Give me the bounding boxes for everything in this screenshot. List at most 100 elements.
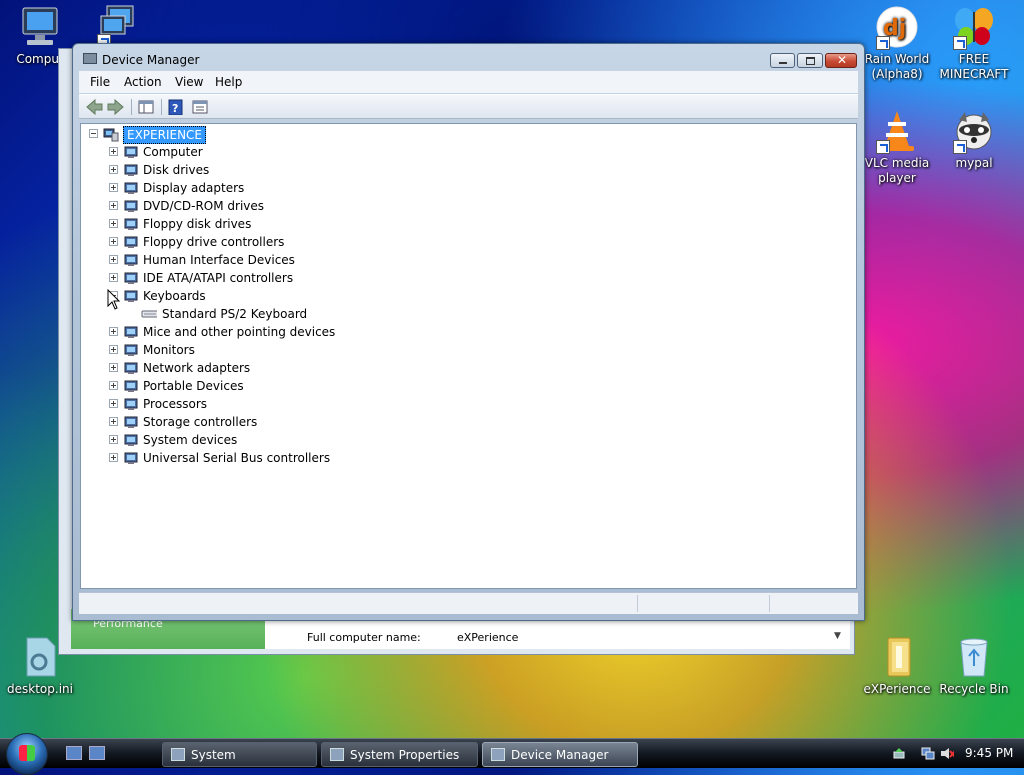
status-divider xyxy=(769,595,770,612)
portable-device-icon xyxy=(124,380,138,392)
console-tree-icon xyxy=(138,100,154,114)
system-properties-icon xyxy=(330,748,344,761)
taskbar-button-system-properties[interactable]: System Properties xyxy=(321,742,478,767)
start-button[interactable] xyxy=(6,733,48,775)
expand-icon[interactable] xyxy=(109,381,118,390)
status-bar xyxy=(79,592,858,614)
expand-icon[interactable] xyxy=(109,237,118,246)
expand-icon[interactable] xyxy=(109,219,118,228)
system-devices-icon xyxy=(124,434,138,446)
expand-icon[interactable] xyxy=(109,345,118,354)
tree-category-label: System devices xyxy=(143,433,238,447)
desktop-icon-label: VLC media player xyxy=(864,156,930,185)
help-button[interactable]: ? xyxy=(167,99,185,116)
network-adapter-icon xyxy=(124,362,138,374)
window-title: Device Manager xyxy=(102,53,200,67)
desktop-icon-label: Recycle Bin xyxy=(939,682,1009,696)
tree-category-label: Portable Devices xyxy=(143,379,244,393)
expand-icon[interactable] xyxy=(109,147,118,156)
collapse-root-icon[interactable] xyxy=(89,129,98,138)
safely-remove-hardware-icon[interactable] xyxy=(893,747,907,760)
network-icon xyxy=(95,2,141,48)
close-icon: ✕ xyxy=(837,53,848,67)
recycle-bin-image xyxy=(951,634,997,680)
taskbar-button-label: Device Manager xyxy=(511,748,609,762)
expand-icon[interactable] xyxy=(109,417,118,426)
forward-button[interactable] xyxy=(107,98,125,116)
maximize-button[interactable] xyxy=(797,53,823,68)
close-button[interactable]: ✕ xyxy=(825,53,857,68)
back-button[interactable] xyxy=(85,98,103,116)
expand-icon[interactable] xyxy=(109,201,118,210)
tree-category-label: Floppy disk drives xyxy=(143,217,252,231)
usb-icon xyxy=(124,452,138,464)
rain-world-desktop-icon[interactable]: dj Rain World (Alpha8) xyxy=(857,4,937,82)
tree-category-label: Mice and other pointing devices xyxy=(143,325,336,339)
help-icon: ? xyxy=(168,99,183,116)
clock[interactable]: 9:45 PM xyxy=(965,746,1013,760)
vlc-cone-icon xyxy=(874,108,920,154)
svg-text:?: ? xyxy=(172,102,178,115)
menu-file[interactable]: File xyxy=(90,75,110,89)
menu-action[interactable]: Action xyxy=(124,75,162,89)
expand-icon[interactable] xyxy=(109,363,118,372)
taskbar-button-system[interactable]: System xyxy=(162,742,317,767)
free-minecraft-desktop-icon[interactable]: FREE MINECRAFT xyxy=(934,4,1014,82)
keyboard-device-icon xyxy=(141,310,157,318)
properties-button[interactable] xyxy=(191,99,209,115)
rain-world-app-icon: dj xyxy=(874,4,920,50)
volume-muted-icon[interactable] xyxy=(940,747,954,760)
desktop-icon-label: FREE MINECRAFT xyxy=(939,52,1009,81)
status-divider xyxy=(637,595,638,612)
minimize-button[interactable] xyxy=(770,53,795,68)
experience-folder-icon[interactable]: eXPerience xyxy=(857,634,937,697)
display-adapter-icon xyxy=(124,182,138,194)
title-bar[interactable]: Device Manager ✕ xyxy=(73,44,864,72)
device-tree[interactable]: EXPERIENCE Computer Disk drives Display ad… xyxy=(80,123,857,589)
show-desktop-icon[interactable] xyxy=(66,746,82,760)
expand-icon[interactable] xyxy=(109,435,118,444)
tree-category-label: Floppy drive controllers xyxy=(143,235,285,249)
menu-view[interactable]: View xyxy=(175,75,203,89)
expand-icon[interactable] xyxy=(109,273,118,282)
device-manager-window[interactable]: Device Manager ✕ File Action View Help ? xyxy=(72,43,865,621)
switch-windows-icon[interactable] xyxy=(89,746,105,760)
vlc-desktop-icon[interactable]: VLC media player xyxy=(857,108,937,186)
show-hide-console-tree-button[interactable] xyxy=(137,99,155,115)
scroll-down-icon[interactable]: ▼ xyxy=(834,631,841,641)
mypal-desktop-icon[interactable]: mypal xyxy=(934,108,1014,171)
butterfly-icon xyxy=(951,4,997,50)
taskbar-button-device-manager[interactable]: Device Manager xyxy=(482,742,638,767)
folder-icon xyxy=(874,634,920,680)
desktop-icon-label: desktop.ini xyxy=(7,682,73,696)
system-icon xyxy=(171,748,185,761)
expand-icon[interactable] xyxy=(109,183,118,192)
menu-help[interactable]: Help xyxy=(215,75,242,89)
tree-category-label: DVD/CD-ROM drives xyxy=(143,199,265,213)
disk-drive-icon xyxy=(124,164,138,176)
computer-icon xyxy=(124,146,138,158)
toolbar-separator xyxy=(131,99,132,115)
expand-icon[interactable] xyxy=(109,399,118,408)
recycle-bin-icon[interactable]: Recycle Bin xyxy=(934,634,1014,697)
tree-root-label: EXPERIENCE xyxy=(123,126,207,144)
expand-icon[interactable] xyxy=(109,453,118,462)
computer-root-icon xyxy=(103,128,119,142)
tree-device-label: Standard PS/2 Keyboard xyxy=(162,307,308,321)
expand-icon[interactable] xyxy=(109,255,118,264)
taskbar: System System Properties Device Manager … xyxy=(0,733,1024,775)
taskbar-button-label: System Properties xyxy=(350,748,460,762)
expand-icon[interactable] xyxy=(109,165,118,174)
forward-arrow-icon xyxy=(107,98,124,116)
network-status-icon[interactable] xyxy=(921,747,935,760)
tree-category-label: Universal Serial Bus controllers xyxy=(143,451,331,465)
desktop-icon-label: eXPerience xyxy=(863,682,931,696)
tree-category-label: Network adapters xyxy=(143,361,251,375)
full-computer-name-value: eXPerience xyxy=(457,631,519,644)
raccoon-icon xyxy=(951,108,997,154)
tree-category-label: Monitors xyxy=(143,343,195,357)
expand-icon[interactable] xyxy=(109,327,118,336)
tree-category-label: Display adapters xyxy=(143,181,245,195)
mouse-cursor-icon xyxy=(107,289,121,310)
processor-icon xyxy=(124,398,138,410)
